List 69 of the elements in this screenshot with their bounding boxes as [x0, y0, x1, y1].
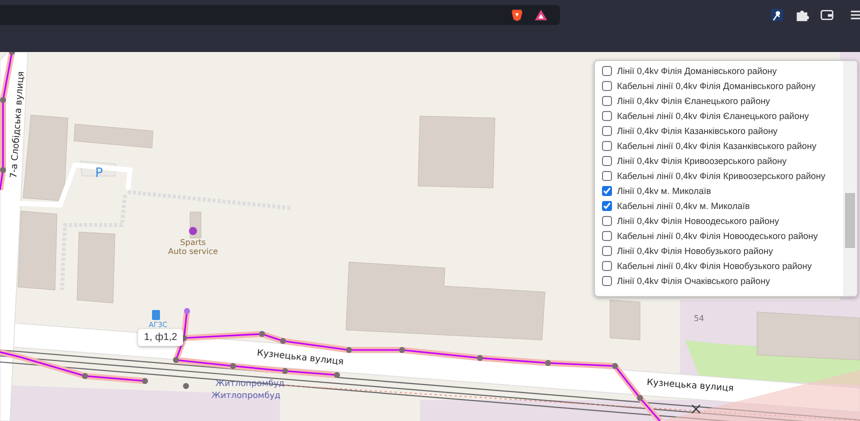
place-label: P [95, 166, 103, 181]
layer-checkbox[interactable] [602, 156, 612, 166]
layer-item[interactable]: Кабельні лінії 0,4kv Філія Доманівського району [602, 78, 843, 93]
layer-item[interactable]: Кабельні лінії 0,4kv Філія Кривоозерського району [602, 168, 843, 183]
layer-item[interactable]: Лінії 0,4kv Філія Єланецького району [602, 93, 843, 108]
pole-marker [230, 363, 236, 369]
layer-item[interactable]: Лінії 0,4kv Філія Новобузького району [602, 243, 843, 258]
layer-checkbox[interactable] [602, 80, 612, 90]
menu-icon[interactable] [850, 8, 860, 22]
puzzle-icon[interactable] [795, 8, 809, 22]
layer-item[interactable]: Лінії 0,4kv м. Миколаїв [602, 183, 843, 198]
layer-checkbox[interactable] [602, 96, 612, 106]
pole-marker [637, 395, 643, 401]
place-label: 54 [694, 314, 704, 323]
layer-item[interactable]: Лінії 0,4kv Філія Новоодеського району [602, 213, 843, 228]
place-label: Auto service [168, 247, 218, 256]
street-label: 7-а Слобідська вулиця [9, 71, 27, 179]
pole-marker [184, 308, 190, 314]
layer-item[interactable]: Кабельні лінії 0,4kv Філія Новобузького району [602, 258, 843, 273]
layer-checkbox[interactable] [602, 186, 612, 196]
layer-checkbox[interactable] [602, 126, 612, 136]
layer-checkbox[interactable] [602, 170, 612, 180]
place-label: Sparts [180, 238, 206, 247]
pole-marker [173, 357, 179, 363]
triangle-icon[interactable] [534, 8, 548, 22]
pole-marker [334, 372, 340, 378]
layer-item[interactable]: Лінії 0,4kv Філія Доманівського району [602, 63, 843, 78]
pole-marker [259, 331, 265, 337]
cross-icon [691, 404, 701, 414]
layer-item[interactable]: Кабельні лінії 0,4kv Філія Казанківського району [602, 138, 843, 153]
wallet-icon[interactable] [820, 8, 834, 22]
layer-checkbox[interactable] [602, 66, 612, 76]
street-label: Кузнецька вулиця [646, 378, 734, 394]
pole-marker [346, 347, 352, 353]
layer-item[interactable]: Лінії 0,4kv Філія Кривоозерського району [602, 153, 843, 168]
layer-item[interactable]: Лінії 0,4kv Філія Казанківського району [602, 123, 843, 138]
pole-marker [280, 338, 286, 344]
layer-checkbox[interactable] [602, 230, 612, 240]
place-label: Житлопромбуд [216, 379, 284, 389]
layer-checkbox[interactable] [602, 216, 612, 226]
building [610, 300, 640, 340]
layer-checkbox[interactable] [602, 140, 612, 150]
pole-marker [545, 360, 551, 366]
scrollbar[interactable] [843, 61, 857, 296]
street-label: Кузнецька вулиця [256, 348, 344, 368]
pole-marker [183, 383, 189, 389]
pole-marker [9, 52, 15, 55]
building [76, 232, 116, 304]
pole-marker [82, 373, 88, 379]
map-tooltip: 1, ф1,2 [138, 329, 184, 346]
layer-item[interactable]: Лінії 0,4kv Філія Очаківського району [602, 273, 843, 288]
pole-marker [0, 167, 6, 173]
place-label: Житлопромбуд [212, 391, 280, 401]
layer-checkbox[interactable] [602, 200, 612, 210]
pole-marker [0, 97, 6, 103]
profile-icon[interactable] [770, 8, 784, 22]
scrollbar-thumb[interactable] [845, 193, 855, 248]
pole-marker [612, 363, 618, 369]
layer-item[interactable]: Кабельні лінії 0,4kv м. Миколаїв [602, 198, 843, 213]
layer-item[interactable]: Кабельні лінії 0,4kv Філія Новоодеського району [602, 228, 843, 243]
layer-item[interactable]: Кабельні лінії 0,4kv Філія Єланецького району [602, 108, 843, 123]
pole-marker [477, 355, 483, 361]
layer-checkbox[interactable] [602, 246, 612, 256]
layer-checkbox[interactable] [602, 260, 612, 270]
pole-marker [399, 347, 405, 353]
pole-marker [142, 378, 148, 384]
pole-marker [282, 368, 288, 374]
layer-checkbox[interactable] [602, 110, 612, 120]
layer-checkbox[interactable] [602, 276, 612, 286]
